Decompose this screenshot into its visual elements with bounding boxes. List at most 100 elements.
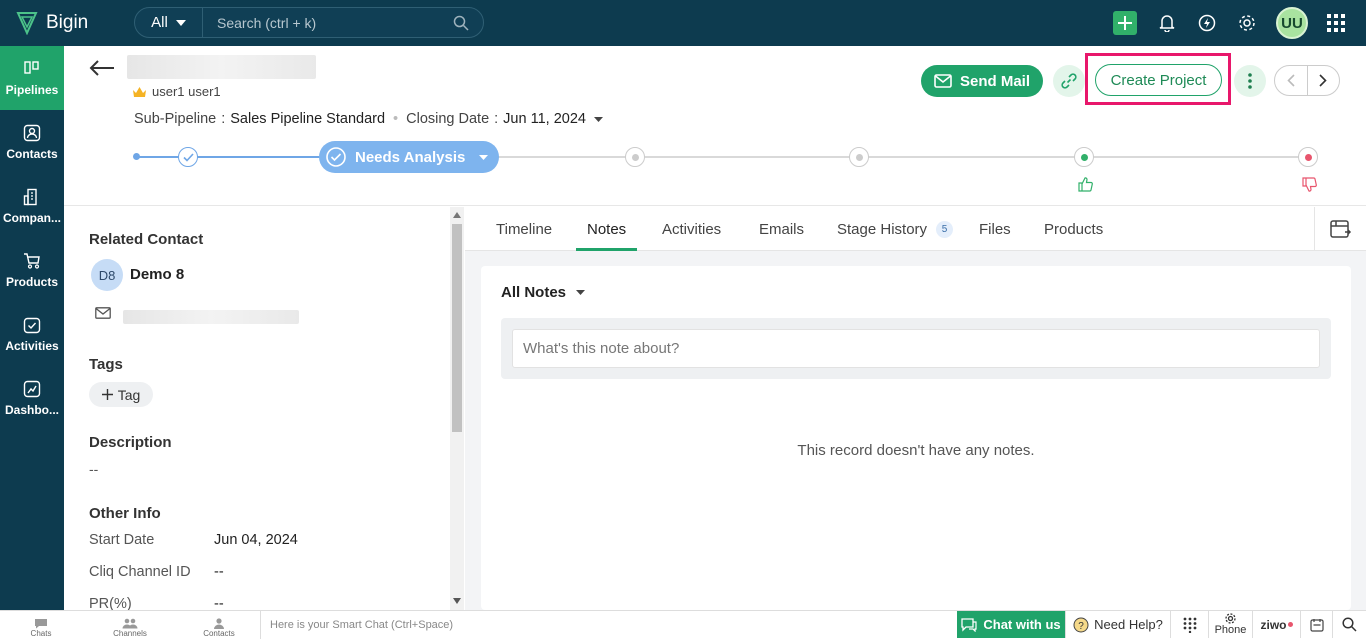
notes-empty-message: This record doesn't have any notes. (797, 442, 1035, 459)
bottom-tool-button[interactable] (1300, 611, 1332, 638)
stage-completed[interactable] (178, 147, 198, 167)
sidebar-item-label: Pipelines (5, 82, 59, 97)
search-scope-dropdown[interactable]: All (135, 8, 203, 37)
tab-products[interactable]: Products (1044, 221, 1103, 238)
chevron-right-icon (1319, 74, 1327, 87)
previous-record-button[interactable] (1275, 66, 1308, 95)
contact-name[interactable]: Demo 8 (130, 266, 184, 283)
chats-label: Chats (30, 628, 52, 638)
send-mail-label: Send Mail (959, 72, 1030, 90)
need-help-button[interactable]: ? Need Help? (1065, 611, 1170, 638)
dialpad-button[interactable] (1170, 611, 1208, 638)
phone-label: Phone (1214, 624, 1247, 636)
add-tag-label: Tag (117, 386, 141, 403)
more-actions-button[interactable] (1234, 65, 1266, 97)
crown-icon (133, 86, 146, 97)
thumbs-up-icon (1078, 177, 1093, 192)
closing-date-value[interactable]: Jun 11, 2024 (503, 111, 586, 127)
description-value: -- (89, 461, 99, 477)
sub-pipeline-label: Sub-Pipeline (134, 111, 217, 127)
search-input[interactable]: Search (ctrl + k) (217, 15, 453, 31)
chat-bubble-icon (961, 617, 977, 632)
field-value: -- (214, 564, 224, 580)
scroll-down-icon[interactable] (453, 598, 461, 604)
sidebar-item-products[interactable]: Products (0, 238, 64, 302)
sidebar-item-pipelines[interactable]: Pipelines (0, 46, 64, 110)
details-scroll-thumb[interactable] (452, 224, 462, 432)
tab-files[interactable]: Files (979, 221, 1011, 238)
stage-lost[interactable] (1298, 147, 1318, 167)
link-button[interactable] (1053, 65, 1085, 97)
top-right-actions: UU (1113, 0, 1366, 46)
sidebar: Pipelines Contacts Compan... Products Ac… (0, 46, 64, 610)
next-record-button[interactable] (1308, 66, 1340, 95)
owner-name: user1 user1 (152, 84, 221, 99)
stage-start-dot (133, 153, 140, 160)
add-tag-button[interactable]: Tag (89, 382, 153, 407)
back-arrow-icon[interactable] (89, 59, 115, 77)
user-avatar[interactable]: UU (1276, 7, 1308, 39)
sidebar-item-companies[interactable]: Compan... (0, 174, 64, 238)
link-icon (1061, 73, 1077, 89)
sub-pipeline-value[interactable]: Sales Pipeline Standard (230, 111, 385, 127)
bigin-logo-icon (16, 12, 38, 35)
chevron-down-icon[interactable] (593, 116, 603, 122)
stage-won[interactable] (1074, 147, 1094, 167)
dashboards-icon (23, 380, 41, 397)
tags-title: Tags (89, 356, 123, 373)
search-icon[interactable] (453, 15, 469, 31)
record-tabs: Timeline Notes Activities Emails Stage H… (465, 207, 1366, 251)
global-search[interactable]: All Search (ctrl + k) (134, 7, 484, 38)
sidebar-item-contacts[interactable]: Contacts (0, 110, 64, 174)
app-logo[interactable]: Bigin (16, 11, 134, 35)
settings-button[interactable] (1236, 12, 1258, 34)
stage-history-count-badge: 5 (936, 221, 953, 238)
other-info-title: Other Info (89, 505, 161, 522)
tab-activities[interactable]: Activities (662, 221, 721, 238)
activities-icon (23, 317, 41, 333)
create-project-button[interactable]: Create Project (1095, 64, 1222, 96)
record-owner: user1 user1 (132, 84, 221, 99)
check-icon (182, 152, 194, 162)
tab-timeline[interactable]: Timeline (496, 221, 552, 238)
stage-current-label: Needs Analysis (355, 148, 466, 166)
tab-notes[interactable]: Notes (587, 221, 626, 238)
related-contact-title: Related Contact (89, 231, 204, 248)
plus-icon (1118, 16, 1132, 30)
sidebar-item-dashboards[interactable]: Dashbo... (0, 366, 64, 430)
chat-with-us-button[interactable]: Chat with us (957, 611, 1065, 638)
note-input[interactable]: What's this note about? (512, 329, 1320, 368)
chats-button[interactable]: Chats (0, 611, 82, 639)
channels-button[interactable]: Channels (82, 611, 178, 639)
tab-emails[interactable]: Emails (759, 221, 804, 238)
ziwo-button[interactable]: ziwo (1252, 611, 1300, 638)
scroll-up-icon[interactable] (453, 212, 461, 218)
send-mail-button[interactable]: Send Mail (921, 65, 1043, 97)
app-launcher-icon[interactable] (1326, 13, 1346, 33)
tab-stage-history[interactable]: Stage History (837, 221, 927, 238)
phone-button[interactable]: Phone (1208, 611, 1252, 638)
stage-current[interactable]: Needs Analysis (319, 141, 499, 173)
quick-create-button[interactable] (1113, 11, 1137, 35)
search-scope-label: All (151, 14, 168, 31)
app-name: Bigin (46, 12, 89, 33)
stage-pending[interactable] (625, 147, 645, 167)
smart-chat-input[interactable]: Here is your Smart Chat (Ctrl+Space) (270, 619, 453, 631)
customize-tabs-icon (1329, 220, 1351, 238)
bottom-search-button[interactable] (1332, 611, 1366, 638)
notes-filter-dropdown[interactable]: All Notes (501, 284, 586, 301)
contacts-icon (23, 124, 41, 141)
phone-gear-icon (1225, 613, 1236, 624)
pipelines-icon (24, 60, 39, 74)
tab-settings-button[interactable] (1314, 207, 1366, 251)
sidebar-item-label: Dashbo... (4, 402, 59, 417)
sidebar-item-activities[interactable]: Activities (0, 302, 64, 366)
stage-pending[interactable] (849, 147, 869, 167)
chevron-down-icon (175, 19, 186, 26)
upgrade-button[interactable] (1196, 12, 1218, 34)
notifications-button[interactable] (1156, 12, 1178, 34)
record-title-redacted (127, 55, 316, 79)
sidebar-item-label: Compan... (2, 210, 61, 225)
chat-with-us-label: Chat with us (983, 617, 1061, 632)
bottom-contacts-button[interactable]: Contacts (178, 611, 260, 639)
